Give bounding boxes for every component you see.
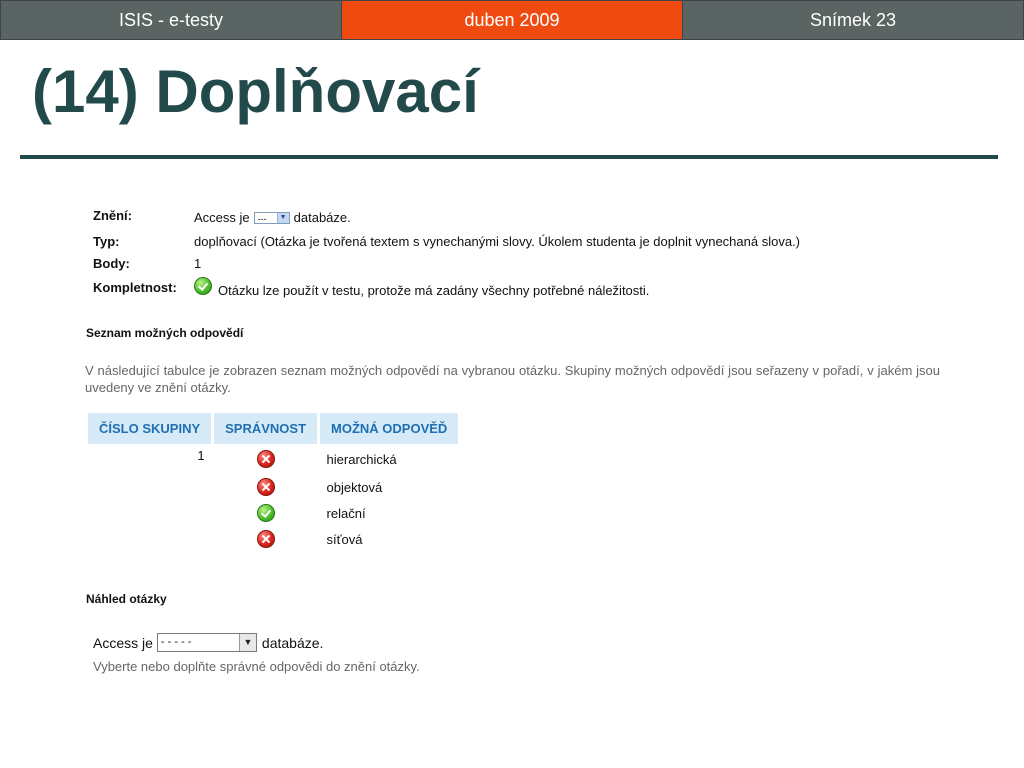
answers-table: ČÍSLO SKUPINY SPRÁVNOST MOŽNÁ ODPOVĚĎ 1 … <box>88 413 462 552</box>
preview-section-heading: Náhled otázky <box>86 592 167 606</box>
answer-cell: objektová <box>326 479 383 495</box>
incorrect-icon <box>256 450 275 468</box>
check-icon <box>194 277 212 295</box>
answers-table-header: ČÍSLO SKUPINY SPRÁVNOST MOŽNÁ ODPOVĚĎ <box>88 413 462 444</box>
table-row: síťová <box>88 526 460 552</box>
preview-question: Access je - - - - - ▼ databáze. <box>93 633 323 652</box>
kompletnost-label: Kompletnost: <box>93 280 177 295</box>
column-header-correctness[interactable]: SPRÁVNOST <box>212 413 321 444</box>
group-number-empty <box>88 500 213 526</box>
answers-description: V následující tabulce je zobrazen seznam… <box>85 363 940 395</box>
correctness-cell <box>213 526 319 552</box>
column-header-group[interactable]: ČÍSLO SKUPINY <box>88 413 215 444</box>
zneni-dropdown-value: --- <box>257 213 267 224</box>
table-row: 1 hierarchická <box>88 444 460 474</box>
group-number-empty <box>88 474 213 500</box>
table-row: objektová <box>88 474 460 500</box>
incorrect-icon <box>256 478 275 496</box>
column-header-answer[interactable]: MOŽNÁ ODPOVĚĎ <box>318 413 462 444</box>
incorrect-icon <box>256 530 275 548</box>
preview-dropdown-value: - - - - - <box>160 636 192 648</box>
kompletnost-value: Otázku lze použít v testu, protože má za… <box>194 277 650 298</box>
correctness-cell <box>213 444 319 474</box>
answers-section-heading: Seznam možných odpovědí <box>86 326 244 340</box>
group-number-empty <box>88 526 213 552</box>
answer-cell: relační <box>326 505 366 521</box>
zneni-text-after: databáze. <box>293 210 351 225</box>
slide: ISIS - e-testy duben 2009 Snímek 23 (14)… <box>0 0 1024 768</box>
body-label: Body: <box>93 256 130 271</box>
correctness-cell <box>213 500 319 526</box>
chevron-down-icon: ▼ <box>238 634 256 651</box>
zneni-text-before: Access je <box>194 210 250 225</box>
body-value: 1 <box>194 256 202 271</box>
typ-label: Typ: <box>93 234 120 249</box>
typ-value: doplňovací (Otázka je tvořená textem s v… <box>194 234 801 249</box>
zneni-label: Znění: <box>93 208 132 223</box>
correctness-cell <box>213 474 319 500</box>
correct-icon <box>256 504 275 522</box>
answer-cell: hierarchická <box>326 451 397 467</box>
table-row: relační <box>88 500 460 526</box>
preview-text-after: databáze. <box>261 634 324 651</box>
preview-text-before: Access je <box>93 634 153 651</box>
zneni-dropdown[interactable]: --- ▼ <box>253 211 290 224</box>
screenshot-content: Znění: Access je --- ▼ databáze. Typ: do… <box>0 0 1024 768</box>
zneni-value: Access je --- ▼ databáze. <box>194 210 351 225</box>
kompletnost-text: Otázku lze použít v testu, protože má za… <box>218 282 650 298</box>
preview-answer-dropdown[interactable]: - - - - - ▼ <box>156 633 257 652</box>
answer-cell: síťová <box>326 531 363 547</box>
chevron-down-icon: ▼ <box>276 212 289 223</box>
preview-hint: Vyberte nebo doplňte správné odpovědi do… <box>93 659 420 674</box>
group-number: 1 <box>197 448 205 463</box>
